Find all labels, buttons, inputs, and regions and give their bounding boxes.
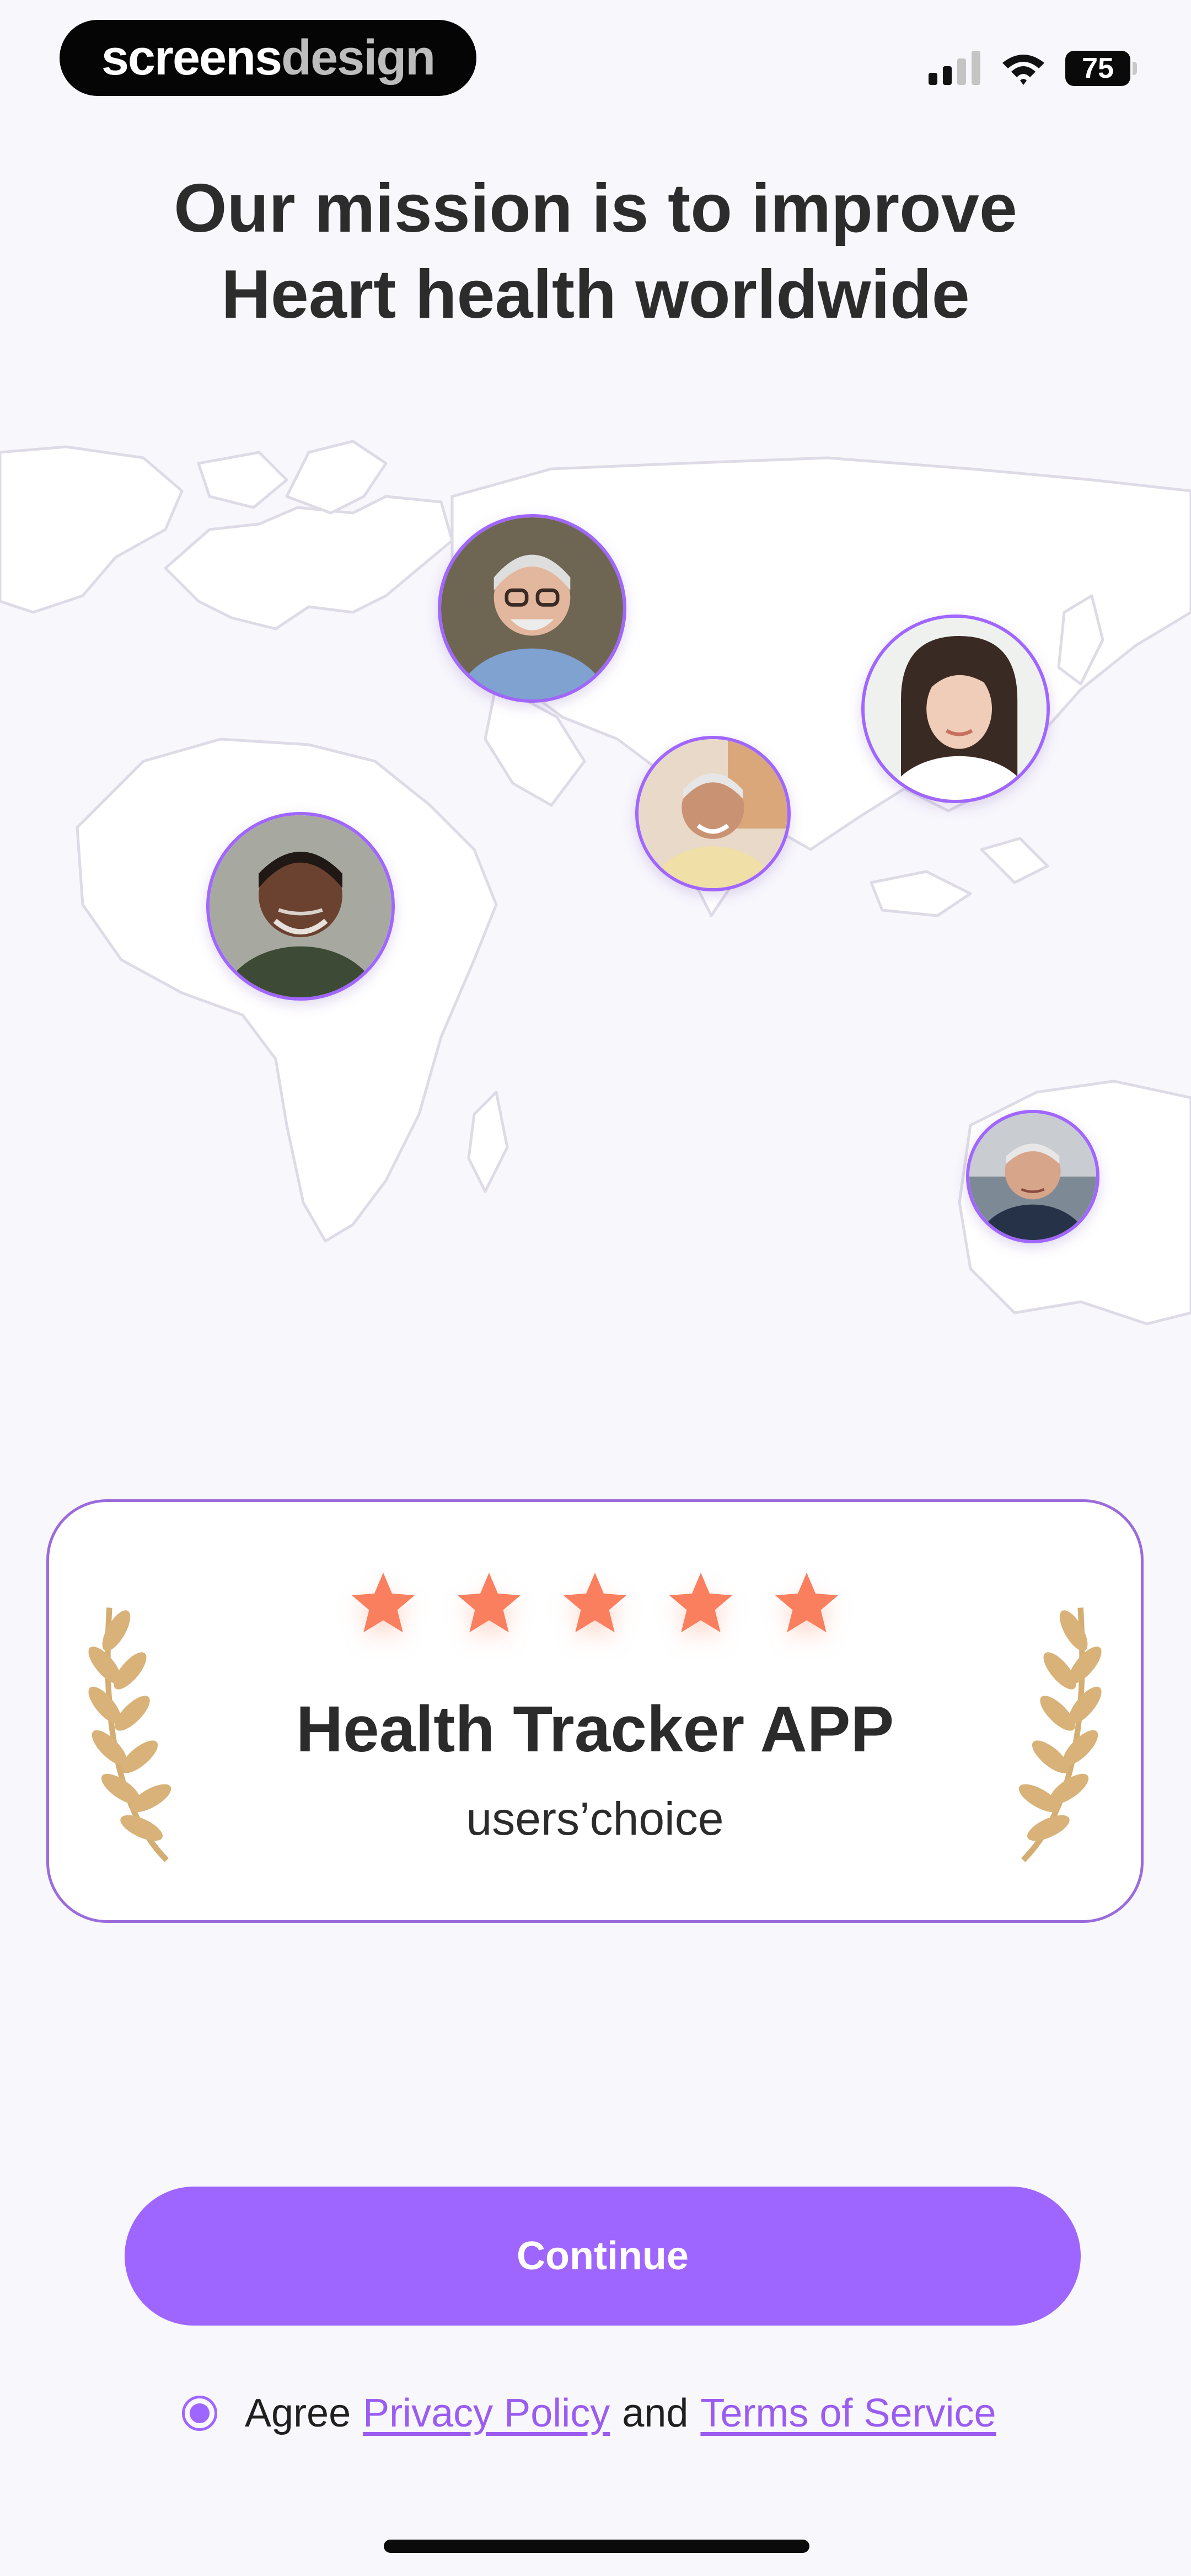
- user-avatar-australia: [966, 1110, 1099, 1243]
- star-icon: [457, 1573, 521, 1633]
- person-photo-icon: [441, 517, 623, 699]
- star-icon: [563, 1573, 627, 1633]
- continue-button[interactable]: Continue: [125, 2187, 1081, 2326]
- home-indicator[interactable]: [384, 2540, 809, 2553]
- page-title-line-2: Heart health worldwide: [221, 256, 970, 333]
- award-title: Health Tracker APP: [296, 1693, 894, 1766]
- brand-logo-part-1: screens: [101, 30, 282, 85]
- battery-indicator: 75: [1065, 51, 1137, 86]
- person-photo-icon: [969, 1113, 1096, 1240]
- award-subtitle: users’choice: [466, 1793, 724, 1845]
- star-icon: [775, 1573, 839, 1633]
- user-avatar-south-asia: [635, 736, 791, 891]
- agree-radio-button[interactable]: [182, 2396, 217, 2431]
- user-avatar-africa: [206, 812, 395, 1001]
- status-bar: 75: [929, 46, 1137, 90]
- person-photo-icon: [639, 739, 787, 888]
- terms-of-service-link[interactable]: Terms of Service: [700, 2391, 996, 2436]
- page-title: Our mission is to improve Heart health w…: [0, 165, 1191, 338]
- star-icon: [351, 1573, 415, 1633]
- agree-label: Agree: [245, 2391, 351, 2435]
- battery-level: 75: [1082, 52, 1114, 84]
- award-card: Health Tracker APP users’choice: [46, 1499, 1144, 1923]
- brand-logo: screens design: [60, 20, 476, 96]
- cellular-signal-icon: [929, 51, 980, 85]
- privacy-policy-link[interactable]: Privacy Policy: [363, 2391, 610, 2436]
- terms-agreement: Agree Privacy Policy and Terms of Servic…: [182, 2388, 996, 2438]
- world-map: [0, 430, 1191, 1390]
- wifi-icon: [1002, 55, 1044, 85]
- agreement-conjunction: and: [622, 2391, 689, 2435]
- star-icon: [669, 1573, 733, 1633]
- person-photo-icon: [865, 618, 1047, 800]
- star-rating: [49, 1568, 1141, 1639]
- user-avatar-europe: [438, 514, 626, 703]
- brand-logo-part-2: design: [281, 30, 436, 85]
- person-photo-icon: [210, 815, 391, 997]
- user-avatar-east-asia: [861, 614, 1050, 803]
- page-title-line-1: Our mission is to improve: [174, 170, 1017, 247]
